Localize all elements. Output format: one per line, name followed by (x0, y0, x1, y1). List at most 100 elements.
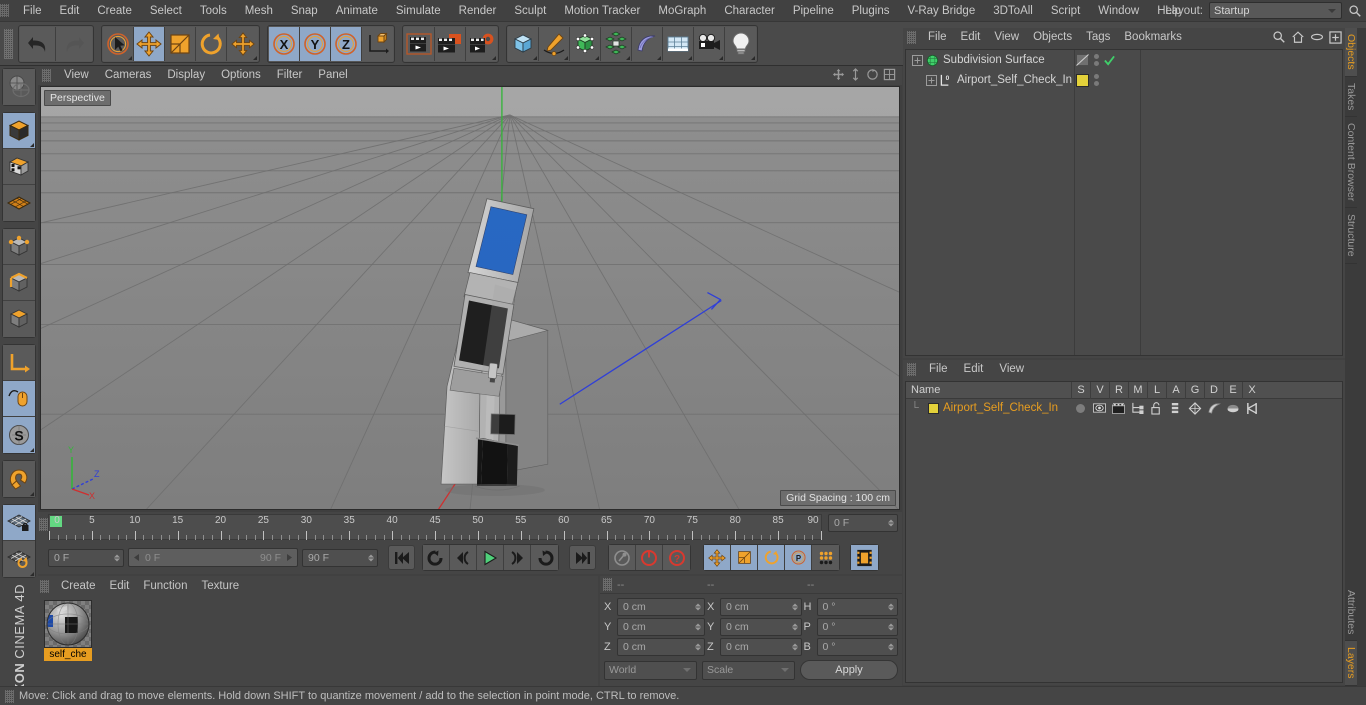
side-tab-takes[interactable]: Takes (1345, 76, 1357, 118)
viewport-drag-grip[interactable] (42, 69, 51, 82)
coord-system-select[interactable]: World (604, 660, 697, 680)
layout-select[interactable]: Startup (1209, 2, 1342, 19)
menu-script[interactable]: Script (1042, 5, 1089, 17)
key-position-button[interactable] (704, 545, 731, 570)
layers-menu-edit[interactable]: Edit (956, 360, 992, 379)
menu-pipeline[interactable]: Pipeline (784, 5, 843, 17)
menu-simulate[interactable]: Simulate (387, 5, 450, 17)
start-frame-field[interactable]: 0 F (48, 548, 124, 567)
stepper-arrows-icon[interactable] (791, 643, 798, 650)
render-view-button[interactable] (404, 26, 435, 61)
visibility-dots[interactable] (1094, 74, 1099, 86)
viewport-solo-button[interactable] (3, 381, 35, 417)
key-rotation-button[interactable] (758, 545, 785, 570)
layers-column-s[interactable]: S (1071, 381, 1090, 399)
search-icon[interactable] (1348, 4, 1362, 18)
make-editable-button[interactable] (3, 69, 35, 105)
add-light-button[interactable] (725, 26, 756, 61)
viewport-move-icon[interactable] (832, 68, 845, 81)
menu-v-ray-bridge[interactable]: V-Ray Bridge (898, 5, 984, 17)
object-tree[interactable]: Subdivision Surface 0 Airport_Self_Check… (905, 49, 1343, 356)
layer-visible-toggle[interactable] (1090, 403, 1109, 413)
stepper-arrows-icon[interactable] (368, 554, 374, 561)
polygons-mode-button[interactable] (3, 301, 35, 337)
texture-mode-button[interactable] (3, 149, 35, 185)
material-menu-texture[interactable]: Texture (194, 576, 246, 597)
material-item[interactable]: self_che (44, 600, 92, 661)
layer-color-swatch[interactable] (928, 402, 939, 414)
layers-menu-view[interactable]: View (991, 360, 1032, 379)
menu-file[interactable]: File (14, 5, 51, 17)
stepper-arrows-icon[interactable] (888, 519, 894, 527)
layer-manager-toggle[interactable] (1128, 402, 1147, 414)
stepper-arrows-icon[interactable] (695, 603, 701, 610)
live-selection-button[interactable] (103, 26, 134, 61)
key-scale-button[interactable] (731, 545, 758, 570)
coord-rotation-field[interactable]: 0 ° (816, 637, 898, 656)
edges-mode-button[interactable] (3, 265, 35, 301)
layer-expression-toggle[interactable] (1223, 403, 1242, 414)
layer-solo-toggle[interactable] (1071, 403, 1090, 413)
keyframe-selection-button[interactable]: ? (663, 545, 690, 570)
add-camera-button[interactable] (694, 26, 725, 61)
viewport-menu-display[interactable]: Display (159, 66, 213, 85)
material-menu-edit[interactable]: Edit (103, 576, 137, 597)
layer-lock-toggle[interactable] (1147, 401, 1166, 415)
side-tab-layers[interactable]: Layers (1345, 641, 1357, 686)
display-tag-icon[interactable] (1076, 54, 1089, 66)
preview-range-slider[interactable]: 0 F 90 F (128, 548, 298, 567)
play-backwards-button[interactable] (423, 545, 450, 570)
layers-table[interactable]: Name SVRMLAGDEX └ Airport_Self_Check_In (905, 381, 1343, 683)
object-row-subdivision-surface[interactable]: Subdivision Surface (906, 50, 1342, 70)
axis-z-button[interactable]: Z (331, 26, 362, 61)
menu-mesh[interactable]: Mesh (236, 5, 282, 17)
expand-toggle-icon[interactable] (926, 74, 937, 86)
layer-row[interactable]: └ Airport_Self_Check_In (906, 399, 1342, 417)
coordinates-drag-grip[interactable] (603, 578, 612, 591)
menu-plugins[interactable]: Plugins (843, 5, 899, 17)
visibility-dots[interactable] (1094, 54, 1099, 66)
go-to-start-button[interactable] (388, 545, 415, 570)
viewport-menu-filter[interactable]: Filter (269, 66, 311, 85)
layer-animation-toggle[interactable] (1166, 402, 1185, 415)
move-alt-tool-button[interactable] (227, 26, 258, 61)
layers-column-l[interactable]: L (1147, 381, 1166, 399)
model-mode-button[interactable] (3, 113, 35, 149)
coord-mode-select[interactable]: Scale (702, 660, 795, 680)
viewport-maximize-icon[interactable] (883, 68, 896, 81)
layers-drag-grip[interactable] (907, 363, 916, 376)
lock-workplane-button[interactable] (3, 505, 35, 541)
side-tab-objects[interactable]: Objects (1345, 28, 1357, 77)
toolbar-drag-grip[interactable] (4, 28, 13, 59)
viewport-menu-panel[interactable]: Panel (310, 66, 355, 85)
enable-axis-button[interactable] (3, 345, 35, 381)
object-manager-drag-grip[interactable] (907, 31, 916, 44)
key-parameter-button[interactable]: P (785, 545, 812, 570)
next-frame-button[interactable] (504, 545, 531, 570)
record-active-objects-button[interactable] (609, 545, 636, 570)
stepper-arrows-icon[interactable] (695, 623, 701, 630)
coord-size-field[interactable]: 0 cm (720, 617, 802, 636)
menu-mograph[interactable]: MoGraph (649, 5, 715, 17)
stepper-arrows-icon[interactable] (114, 554, 120, 561)
menu-animate[interactable]: Animate (327, 5, 387, 17)
coord-position-field[interactable]: 0 cm (617, 617, 705, 636)
add-scene-button[interactable] (632, 26, 663, 61)
viewport-menu-cameras[interactable]: Cameras (97, 66, 160, 85)
stepper-arrows-icon[interactable] (695, 643, 701, 650)
layer-color-tag[interactable] (1076, 73, 1089, 87)
layers-column-m[interactable]: M (1128, 381, 1147, 399)
expand-toggle-icon[interactable] (912, 54, 923, 66)
material-preview[interactable] (44, 600, 92, 648)
current-frame-field[interactable]: 0 F (828, 514, 898, 532)
layers-column-g[interactable]: G (1185, 381, 1204, 399)
menu-window[interactable]: Window (1089, 5, 1148, 17)
object-menu-bookmarks[interactable]: Bookmarks (1117, 28, 1189, 47)
world-object-axis-button[interactable] (362, 26, 393, 61)
range-left-icon[interactable] (132, 553, 141, 562)
apply-button[interactable]: Apply (800, 660, 898, 680)
menu-character[interactable]: Character (715, 5, 784, 17)
play-forward-button[interactable] (477, 545, 504, 570)
layers-column-a[interactable]: A (1166, 381, 1185, 399)
object-row-airport-self-check-in[interactable]: 0 Airport_Self_Check_In (906, 70, 1342, 90)
